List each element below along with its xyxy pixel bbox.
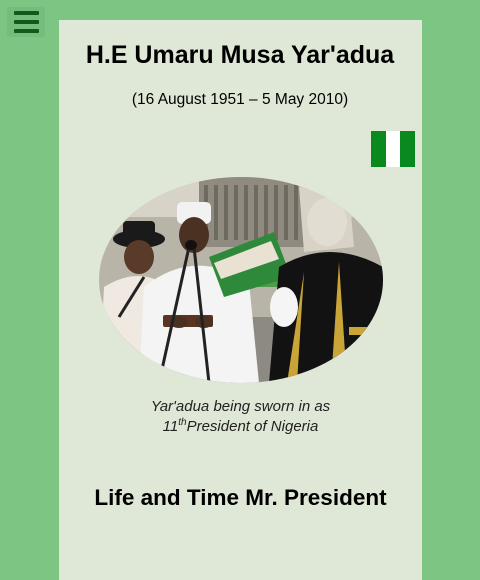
- swearing-in-photo: [99, 177, 383, 383]
- hamburger-menu-icon-bar: [13, 29, 39, 33]
- caption-ordinal-suffix: th: [178, 417, 187, 428]
- caption-ordinal-number: 11: [162, 418, 179, 435]
- flag-stripe-green-left: [371, 131, 386, 167]
- menu-button[interactable]: [7, 7, 45, 37]
- page-title: H.E Umaru Musa Yar'adua: [85, 41, 395, 69]
- caption-line-2: President of Nigeria: [186, 418, 319, 435]
- life-dates: (16 August 1951 – 5 May 2010): [131, 91, 349, 108]
- hamburger-menu-icon: [13, 11, 39, 15]
- caption-line-1: Yar'adua being sworn in as: [150, 398, 331, 415]
- photo-caption: Yar'adua being sworn in as 11thPresident…: [59, 397, 422, 437]
- flag-stripe-green-right: [400, 131, 416, 167]
- flag-stripe-white: [385, 131, 401, 167]
- hamburger-menu-icon-bar: [13, 20, 39, 24]
- section-heading: Life and Time Mr. President: [94, 485, 387, 510]
- nigeria-flag-icon: [371, 131, 416, 167]
